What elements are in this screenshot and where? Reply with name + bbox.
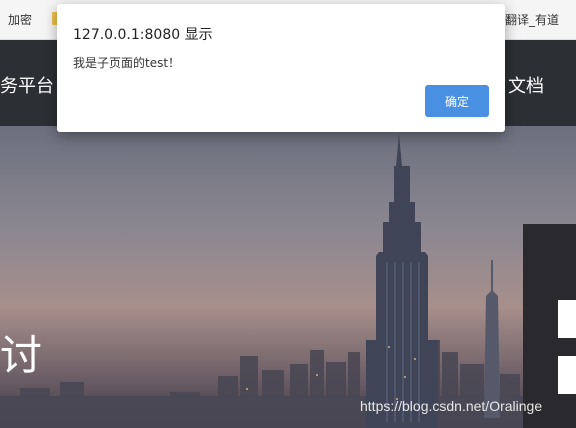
hero-banner: 讨 https://blog.csdn.net/Oralinge: [0, 126, 576, 428]
nav-link-docs[interactable]: 文档: [508, 72, 544, 98]
bookmark-item[interactable]: 加密: [8, 12, 32, 28]
hero-heading: 讨: [0, 331, 43, 380]
alert-dialog: 127.0.0.1:8080 显示 我是子页面的test！ 确定: [57, 4, 505, 132]
alert-title: 127.0.0.1:8080 显示: [73, 27, 213, 43]
side-button[interactable]: [558, 300, 576, 338]
site-title: 务平台: [0, 76, 54, 97]
ok-button[interactable]: 确定: [425, 85, 489, 117]
alert-message: 我是子页面的test！: [73, 56, 181, 70]
watermark: https://blog.csdn.net/Oralinge: [360, 398, 543, 414]
side-button[interactable]: [558, 356, 576, 394]
city-skyline-image: [0, 134, 576, 428]
bookmark-item[interactable]: 翻译_有道: [505, 12, 559, 28]
